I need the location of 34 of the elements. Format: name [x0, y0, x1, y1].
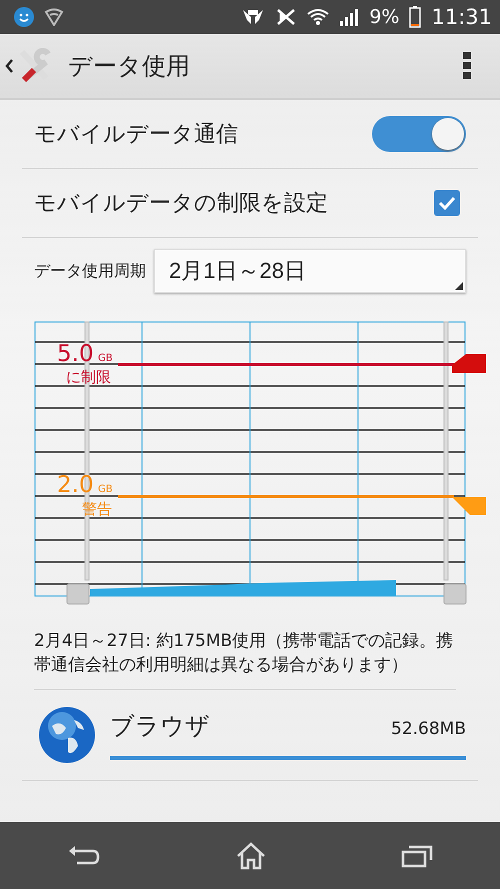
app-usage-row[interactable]: ブラウザ 52.68MB: [22, 690, 478, 781]
corner-caret-icon: [455, 282, 463, 290]
app-name: ブラウザ: [110, 711, 211, 742]
battery-icon: [409, 6, 422, 28]
toggle-switch[interactable]: [372, 116, 466, 152]
globe-icon: [38, 706, 96, 764]
overflow-menu-icon[interactable]: [462, 51, 472, 81]
recent-apps-icon[interactable]: [401, 844, 433, 868]
setting-label: モバイルデータ通信: [34, 121, 239, 149]
end-handle[interactable]: [444, 322, 466, 604]
back-icon[interactable]: [67, 844, 101, 866]
clock: 11:31: [431, 5, 492, 29]
back-chevron-icon: [4, 58, 14, 74]
warning-value: 2.0: [57, 474, 94, 497]
home-icon[interactable]: [235, 842, 267, 870]
wifi-hotspot-icon: [44, 8, 64, 26]
checkbox[interactable]: [434, 190, 460, 216]
cycle-dropdown[interactable]: 2月1日～28日: [154, 249, 466, 293]
setting-label: モバイルデータの制限を設定: [34, 190, 329, 218]
limit-value: 5.0: [57, 343, 94, 366]
warning-caption: 警告: [82, 502, 112, 517]
warning-unit: GB: [98, 485, 113, 495]
smiley-icon: [14, 7, 34, 27]
limit-caption: に制限: [66, 370, 111, 385]
app-usage: 52.68MB: [391, 719, 466, 739]
limit-line[interactable]: [118, 354, 486, 373]
screen-title: データ使用: [68, 51, 191, 82]
limit-unit: GB: [98, 354, 113, 364]
battery-percent: 9%: [369, 6, 400, 28]
check-icon: [438, 196, 456, 210]
signal-icon: [339, 8, 360, 26]
wifi-icon: [307, 8, 330, 26]
usage-summary: 2月4日～27日: 約175MB使用（携帯電話での記録。携帯通信会社の利用明細は異なる場合があります）: [34, 629, 456, 690]
cycle-label: データ使用周期: [34, 260, 146, 282]
